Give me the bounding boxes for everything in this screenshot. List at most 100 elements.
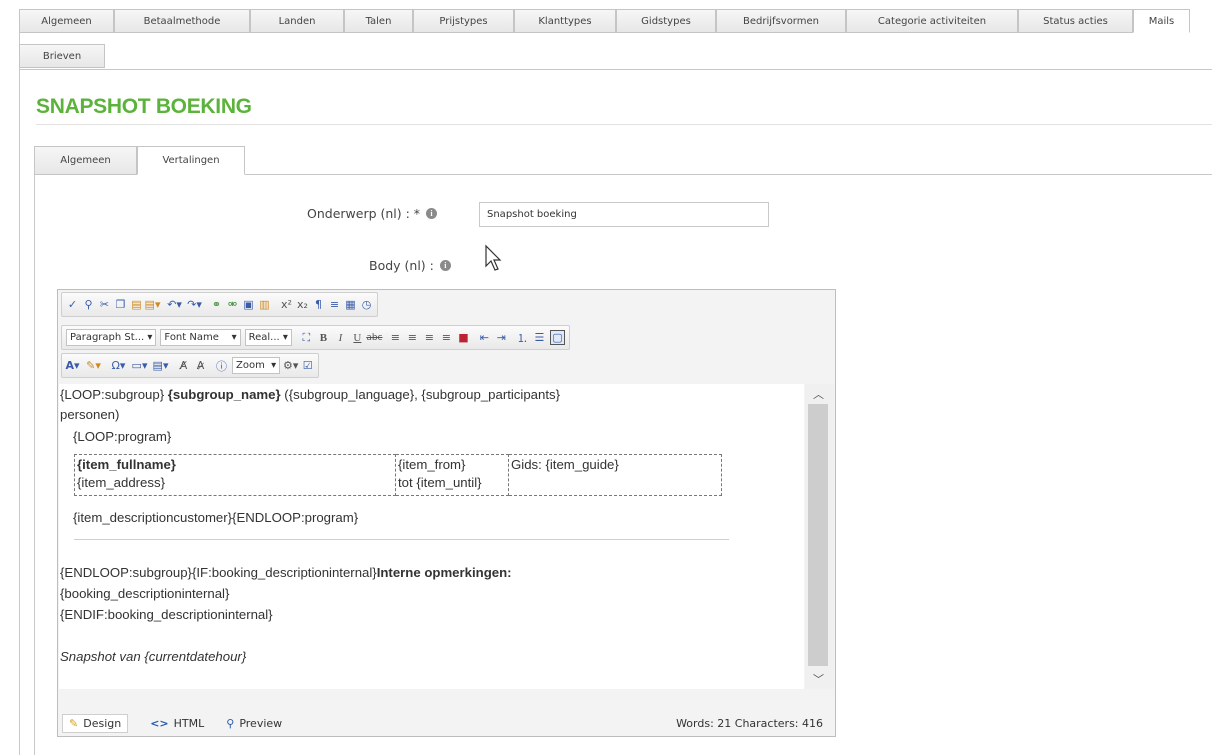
toolbar-row-2: Paragraph St... ▾ Font Name ▾ Real... ▾ …: [61, 325, 573, 350]
paste-options-icon[interactable]: ▤▾: [145, 298, 161, 311]
justify-icon[interactable]: ≡: [440, 331, 453, 344]
paragraph-mark-icon[interactable]: ¶: [312, 298, 325, 311]
toggle-border-icon[interactable]: ▢: [549, 330, 565, 345]
scrollbar-thumb[interactable]: [808, 404, 828, 666]
paragraph-style-dropdown[interactable]: Paragraph St... ▾: [66, 329, 157, 346]
pencil-icon: ✎: [69, 716, 79, 730]
tab-status-acties[interactable]: Status acties: [1018, 9, 1133, 33]
font-size-dropdown[interactable]: Real... ▾: [244, 329, 292, 346]
tab-prijstypes[interactable]: Prijstypes: [413, 9, 514, 33]
image-manager-icon[interactable]: ▣: [242, 298, 255, 311]
text-color-icon[interactable]: A▾: [65, 359, 79, 372]
font-name-dropdown[interactable]: Font Name ▾: [160, 329, 241, 346]
copy-icon[interactable]: ❐: [114, 298, 127, 311]
zoom-dropdown[interactable]: Zoom ▾: [232, 357, 281, 374]
strikethrough-icon[interactable]: abc: [366, 331, 382, 344]
clock-icon[interactable]: ◷: [360, 298, 373, 311]
subtab-vertalingen[interactable]: Vertalingen: [137, 146, 245, 175]
indent-icon[interactable]: ⇥: [495, 331, 508, 344]
align-right-icon[interactable]: ≡: [423, 331, 436, 344]
tab-klanttypes[interactable]: Klanttypes: [514, 9, 616, 33]
table-cell: {item_from} tot {item_until}: [395, 454, 509, 496]
content-line: {LOOP:subgroup} {subgroup_name} ({subgro…: [60, 387, 560, 402]
word-count-status: Words: 21 Characters: 416: [676, 716, 823, 730]
code-icon: <>: [150, 716, 169, 730]
tab-brieven[interactable]: Brieven: [19, 44, 105, 68]
program-table: {item_fullname} {item_address} {item_from…: [74, 454, 722, 496]
insert-table-icon[interactable]: ▭▾: [132, 359, 148, 372]
ordered-list-icon[interactable]: ⒈: [516, 331, 529, 345]
tab-landen[interactable]: Landen: [250, 9, 344, 33]
format-color-icon[interactable]: ■: [457, 331, 470, 344]
info-icon[interactable]: i: [426, 208, 438, 219]
body-label: Body (nl) : i: [369, 258, 451, 273]
mouse-cursor-icon: [485, 244, 502, 271]
preview-mode-button[interactable]: ⚲ Preview: [226, 717, 282, 730]
content-line: {item_descriptioncustomer}{ENDLOOP:progr…: [73, 510, 359, 525]
html-label: HTML: [173, 716, 205, 730]
editor-content[interactable]: {LOOP:subgroup} {subgroup_name} ({subgro…: [59, 384, 804, 689]
spellcheck-icon[interactable]: ✓: [66, 298, 79, 311]
insert-link-icon[interactable]: ⚭: [210, 298, 223, 311]
info-icon[interactable]: i: [439, 260, 451, 271]
help-icon[interactable]: ⓘ: [215, 359, 228, 373]
special-character-icon[interactable]: Ω▾: [112, 359, 126, 372]
find-icon[interactable]: ⚲: [82, 298, 95, 311]
tab-categorie-activiteiten[interactable]: Categorie activiteiten: [846, 9, 1018, 33]
underline-icon[interactable]: U: [351, 331, 364, 344]
vertical-scrollbar[interactable]: ︿ ﹀: [805, 384, 834, 689]
design-mode-button[interactable]: ✎ Design: [62, 713, 129, 733]
unordered-list-icon[interactable]: ☰: [533, 331, 546, 344]
html-mode-button[interactable]: <> HTML: [150, 717, 204, 730]
content-line: Snapshot van {currentdatehour}: [60, 649, 247, 664]
scroll-down-icon[interactable]: ﹀: [813, 671, 824, 687]
toolbar-row-3: A▾ ✎▾ Ω▾ ▭▾ ▤▾ A̸ A̷ ⓘ Zoom ▾ ⚙▾ ☑: [61, 353, 322, 378]
redo-icon[interactable]: ↷▾: [187, 298, 202, 311]
superscript-icon[interactable]: x²: [280, 298, 293, 311]
subject-input[interactable]: [479, 202, 769, 227]
tab-mails[interactable]: Mails: [1133, 9, 1190, 33]
magnifier-icon: ⚲: [226, 716, 235, 730]
subject-label-text: Onderwerp (nl) : *: [307, 206, 421, 221]
insert-element-icon[interactable]: ▤▾: [153, 359, 169, 372]
table-cell: {item_fullname} {item_address}: [74, 454, 396, 496]
tab-bedrijfsvormen[interactable]: Bedrijfsvormen: [716, 9, 846, 33]
align-left-icon[interactable]: ≡: [389, 331, 402, 344]
paste-icon[interactable]: ▤: [130, 298, 143, 311]
toolbar-row-1: ✓ ⚲ ✂ ❐ ▤ ▤▾ ↶▾ ↷▾ ⚭ ⚮ ▣ ▥ x² x₂ ¶ ≡ ▦ ◷: [61, 292, 381, 317]
design-label: Design: [83, 716, 122, 730]
align-center-icon[interactable]: ≡: [406, 331, 419, 344]
tab-talen[interactable]: Talen: [344, 9, 413, 33]
bold-icon[interactable]: B: [317, 331, 330, 344]
highlight-color-icon[interactable]: ✎▾: [86, 359, 101, 372]
title-divider: [36, 124, 1212, 125]
italic-icon[interactable]: I: [334, 331, 347, 344]
page-title: SNAPSHOT BOEKING: [36, 95, 252, 118]
tab-betaalmethode[interactable]: Betaalmethode: [114, 9, 250, 33]
subscript-icon[interactable]: x₂: [296, 298, 309, 311]
scroll-up-icon[interactable]: ︿: [813, 386, 824, 402]
outdent-icon[interactable]: ⇤: [478, 331, 491, 344]
xhtml-validator-icon[interactable]: ☑: [301, 359, 314, 372]
preview-label: Preview: [239, 716, 283, 730]
tab-gidstypes[interactable]: Gidstypes: [616, 9, 716, 33]
editor-footer: ✎ Design <> HTML ⚲ Preview Words: 21 Cha…: [58, 710, 835, 736]
body-label-text: Body (nl) :: [369, 258, 434, 273]
horizontal-rule: [74, 539, 729, 540]
remove-format-icon[interactable]: A̸: [177, 359, 190, 372]
tab-algemeen[interactable]: Algemeen: [19, 9, 114, 33]
content-line: {ENDLOOP:subgroup}{IF:booking_descriptio…: [60, 565, 512, 580]
module-manager-icon[interactable]: ⚙▾: [283, 359, 298, 372]
subtab-algemeen[interactable]: Algemeen: [34, 146, 137, 175]
properties-icon[interactable]: ▦: [344, 298, 357, 311]
content-line: {booking_descriptioninternal}: [60, 586, 230, 601]
content-line: personen): [60, 407, 120, 422]
format-block-icon[interactable]: ≡: [328, 298, 341, 311]
clear-styles-icon[interactable]: A̷: [194, 359, 207, 372]
remove-link-icon[interactable]: ⚮: [226, 298, 239, 311]
cut-icon[interactable]: ✂: [98, 298, 111, 311]
select-all-icon[interactable]: ⛶: [300, 331, 313, 344]
tabs-divider: [19, 69, 1212, 70]
template-icon[interactable]: ▥: [258, 298, 271, 311]
undo-icon[interactable]: ↶▾: [167, 298, 182, 311]
